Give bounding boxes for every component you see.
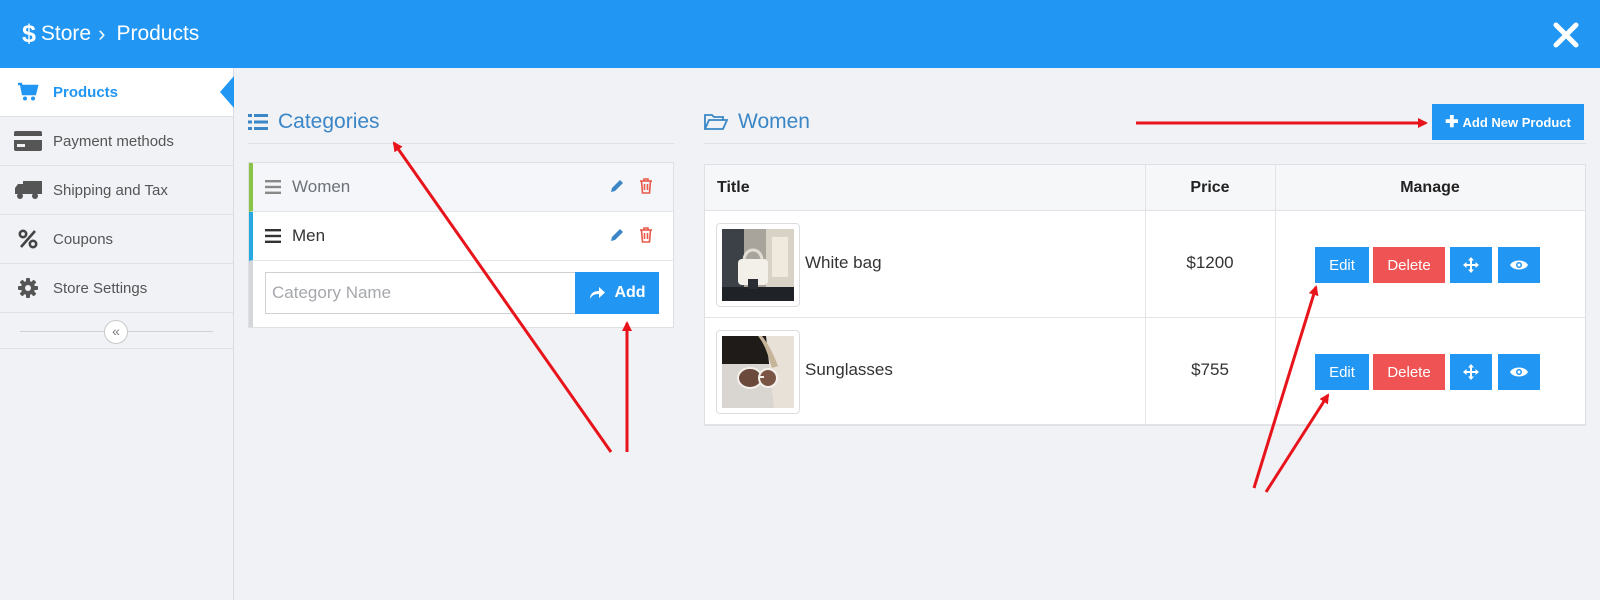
trash-icon[interactable]: [639, 178, 653, 194]
collapse-sidebar-button[interactable]: «: [104, 320, 128, 344]
sidebar-item-label: Products: [53, 83, 119, 101]
move-arrows-icon: [1463, 257, 1479, 273]
categories-title: Categories: [278, 109, 380, 133]
sidebar-collapse-row: «: [0, 313, 233, 349]
sidebar-item-shipping-and-tax[interactable]: Shipping and Tax: [0, 166, 233, 215]
product-thumbnail[interactable]: [716, 330, 800, 414]
plus-icon: ✚: [1445, 114, 1459, 131]
trash-icon[interactable]: [639, 227, 653, 243]
sidebar-item-coupons[interactable]: Coupons: [0, 215, 233, 264]
sidebar-item-products[interactable]: Products: [0, 68, 234, 117]
sidebar-item-label: Shipping and Tax: [53, 181, 168, 199]
folder-open-icon: [704, 113, 728, 130]
product-title: Sunglasses: [805, 360, 893, 379]
table-row: Sunglasses $755 Edit Delete: [705, 318, 1585, 425]
edit-button[interactable]: Edit: [1315, 354, 1369, 390]
category-item-men[interactable]: Men: [249, 212, 673, 261]
credit-card-icon: [14, 130, 42, 152]
drag-handle-icon[interactable]: [265, 180, 281, 194]
add-new-product-label: Add New Product: [1462, 114, 1571, 130]
products-table: Title Price Manage White bag $1200 Edit …: [704, 164, 1586, 426]
pencil-icon[interactable]: [609, 178, 625, 194]
add-category-button[interactable]: Add: [575, 272, 659, 314]
breadcrumb-separator-icon: ›: [98, 21, 106, 46]
eye-icon: [1510, 260, 1528, 270]
eye-icon: [1510, 367, 1528, 377]
truck-icon: [14, 179, 42, 201]
share-arrow-icon: [590, 287, 606, 299]
drag-handle-icon[interactable]: [265, 229, 281, 243]
product-price: $1200: [1186, 253, 1234, 272]
product-title: White bag: [805, 253, 882, 272]
move-button[interactable]: [1450, 354, 1492, 390]
delete-button[interactable]: Delete: [1373, 354, 1445, 390]
categories-header: Categories: [248, 100, 674, 144]
add-category-label: Add: [614, 284, 646, 301]
dollar-icon: $: [22, 19, 36, 48]
product-thumbnail[interactable]: [716, 223, 800, 307]
category-title: Women: [738, 109, 810, 133]
column-header-title[interactable]: Title: [717, 165, 750, 211]
gear-icon: [14, 277, 42, 299]
sidebar-item-label: Payment methods: [53, 132, 174, 150]
add-new-product-button[interactable]: ✚ Add New Product: [1432, 104, 1584, 140]
view-button[interactable]: [1498, 247, 1540, 283]
app-header: $ Store › Products: [0, 0, 1600, 68]
category-name-input[interactable]: [265, 272, 575, 314]
add-category-row: Add: [249, 261, 673, 327]
sidebar-item-label: Coupons: [53, 230, 114, 248]
categories-list: Women Men Add: [248, 162, 674, 328]
sidebar-item-payment-methods[interactable]: Payment methods: [0, 117, 233, 166]
delete-button[interactable]: Delete: [1373, 247, 1445, 283]
column-header-price[interactable]: Price: [1145, 165, 1275, 211]
table-row: White bag $1200 Edit Delete: [705, 211, 1585, 318]
move-button[interactable]: [1450, 247, 1492, 283]
column-header-manage: Manage: [1400, 179, 1460, 196]
category-name: Women: [292, 177, 351, 196]
breadcrumb-store[interactable]: Store: [41, 22, 91, 46]
close-icon[interactable]: [1550, 19, 1582, 51]
category-name: Men: [292, 226, 326, 245]
view-button[interactable]: [1498, 354, 1540, 390]
edit-button[interactable]: Edit: [1315, 247, 1369, 283]
move-arrows-icon: [1463, 364, 1479, 380]
sidebar-item-label: Store Settings: [53, 279, 148, 297]
category-item-women[interactable]: Women: [249, 163, 673, 212]
list-icon: [248, 113, 268, 130]
sidebar-item-store-settings[interactable]: Store Settings: [0, 264, 233, 313]
sidebar: Products Payment methods Shipping and Ta…: [0, 68, 234, 600]
product-price: $755: [1191, 360, 1229, 379]
cart-icon: [14, 81, 42, 103]
pencil-icon[interactable]: [609, 227, 625, 243]
percent-icon: [14, 228, 42, 250]
page-title: Products: [116, 22, 200, 45]
